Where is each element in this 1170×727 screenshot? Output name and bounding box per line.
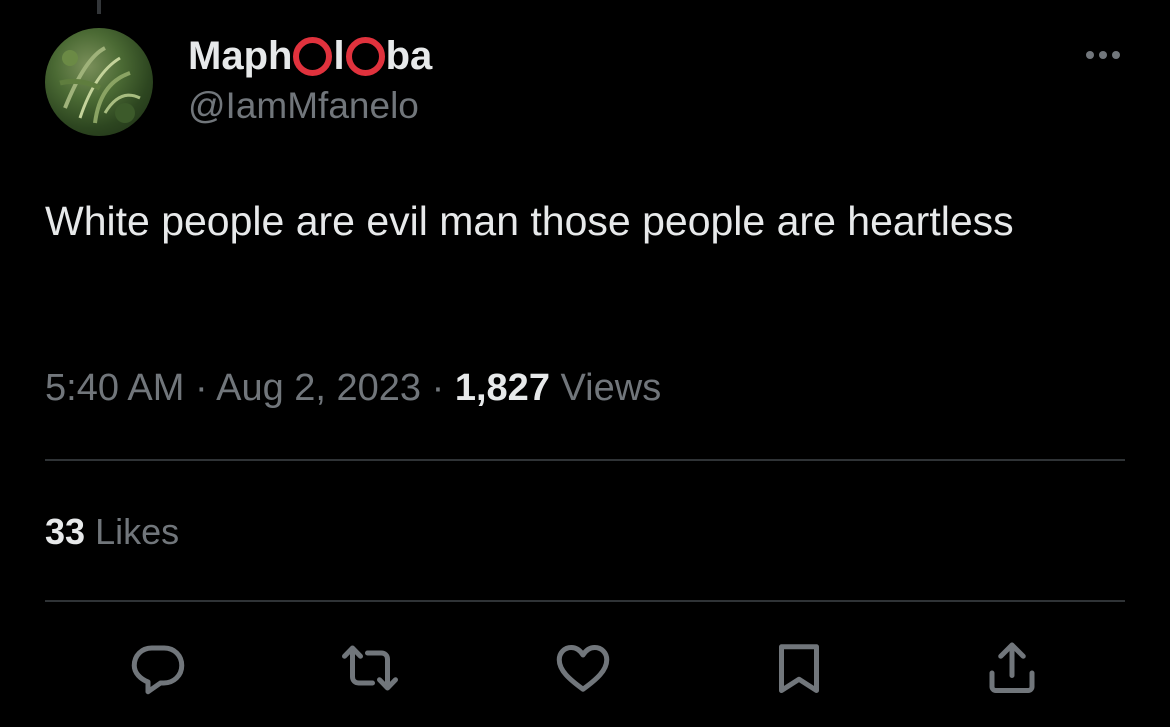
action-bar [0, 630, 1170, 706]
divider [45, 459, 1125, 461]
views-count: 1,827 [454, 367, 550, 409]
tweet-metadata: 5:40 AM · Aug 2, 2023 · 1,827 Views [45, 362, 661, 414]
reply-icon [131, 645, 185, 695]
tweet-time[interactable]: 5:40 AM [45, 367, 184, 409]
author-info[interactable]: Maph l ba @IamMfanelo [188, 30, 432, 130]
user-handle[interactable]: @IamMfanelo [188, 82, 432, 130]
heart-icon [556, 645, 610, 692]
share-button[interactable] [980, 636, 1044, 700]
avatar-image [59, 46, 141, 124]
share-icon [989, 642, 1035, 693]
display-name-part-3: ba [385, 34, 433, 78]
like-button[interactable] [551, 636, 615, 700]
repost-button[interactable] [338, 636, 402, 700]
tweet-date[interactable]: Aug 2, 2023 [216, 367, 421, 409]
thread-connector-line [97, 0, 101, 14]
bookmark-button[interactable] [767, 636, 831, 700]
repost-icon [342, 645, 398, 691]
red-circle-emoji-icon [345, 36, 385, 76]
bookmark-icon [779, 644, 819, 693]
tweet-text: White people are evil man those people a… [45, 198, 1014, 244]
views-label: Views [560, 367, 662, 409]
red-circle-emoji-icon [293, 36, 333, 76]
meta-separator: · [431, 367, 445, 409]
more-options-button[interactable] [1075, 40, 1131, 70]
display-name-part-1: Maph [188, 34, 293, 78]
likes-stat[interactable]: 33 Likes [45, 508, 179, 556]
divider [45, 600, 1125, 602]
likes-label: Likes [95, 511, 180, 552]
more-dot-icon [1112, 51, 1120, 59]
avatar[interactable] [45, 28, 153, 136]
display-name[interactable]: Maph l ba [188, 30, 432, 82]
more-dot-icon [1086, 51, 1094, 59]
reply-button[interactable] [126, 636, 190, 700]
likes-count: 33 [45, 511, 86, 552]
meta-separator: · [194, 367, 208, 409]
display-name-part-2: l [333, 34, 345, 78]
more-dot-icon [1099, 51, 1107, 59]
